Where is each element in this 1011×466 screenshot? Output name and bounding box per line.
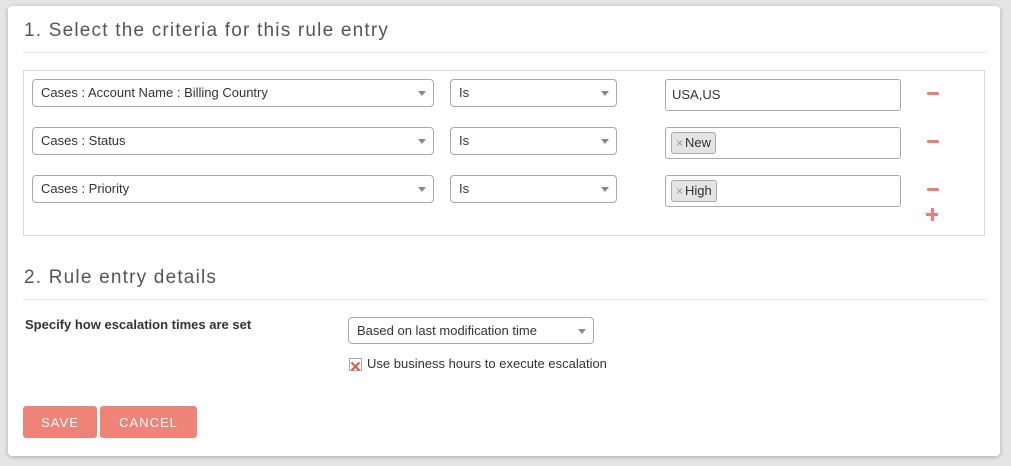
section-criteria-title: 1. Select the criteria for this rule ent… [24, 20, 390, 41]
criteria-field-select-2[interactable]: Cases : Status [32, 127, 434, 155]
chevron-down-icon [418, 91, 426, 96]
value-tag-label: High [685, 183, 712, 198]
criteria-value-input-2[interactable]: × New [665, 127, 901, 159]
criteria-operator-value-2: Is [459, 133, 470, 148]
criteria-field-value-3: Cases : Priority [41, 181, 130, 196]
criteria-operator-select-3[interactable]: Is [450, 175, 617, 203]
chevron-down-icon [578, 329, 586, 334]
criteria-field-value-1: Cases : Account Name : Billing Country [41, 85, 268, 100]
criteria-field-select-1[interactable]: Cases : Account Name : Billing Country [32, 79, 434, 107]
criteria-value-input-1[interactable]: USA,US [665, 79, 901, 111]
business-hours-checkbox[interactable] [349, 358, 362, 372]
criteria-operator-select-2[interactable]: Is [450, 127, 617, 155]
remove-row-3-icon[interactable] [927, 182, 941, 196]
value-tag-high: × High [671, 180, 717, 202]
value-tag-new: × New [671, 132, 717, 154]
add-row-icon[interactable] [926, 208, 940, 222]
check-x-icon [350, 361, 361, 372]
remove-tag-icon[interactable]: × [676, 136, 683, 150]
escalation-label: Specify how escalation times are set [25, 317, 252, 332]
criteria-field-value-2: Cases : Status [41, 133, 126, 148]
rule-entry-panel: 1. Select the criteria for this rule ent… [8, 6, 1000, 456]
section-details-divider [23, 299, 987, 300]
remove-tag-icon[interactable]: × [676, 184, 683, 198]
value-tag-label: New [685, 135, 712, 150]
chevron-down-icon [418, 139, 426, 144]
criteria-operator-value-1: Is [459, 85, 470, 100]
criteria-operator-value-3: Is [459, 181, 470, 196]
criteria-operator-select-1[interactable]: Is [450, 79, 617, 107]
save-button[interactable]: SAVE [23, 406, 97, 438]
chevron-down-icon [418, 187, 426, 192]
escalation-select-value: Based on last modification time [357, 323, 537, 338]
cancel-button[interactable]: CANCEL [100, 406, 197, 438]
section-details-title: 2. Rule entry details [24, 267, 218, 288]
business-hours-label: Use business hours to execute escalation [367, 356, 607, 371]
criteria-value-text-1: USA,US [672, 87, 721, 102]
section-criteria-divider [23, 52, 987, 53]
escalation-select[interactable]: Based on last modification time [348, 317, 594, 344]
remove-row-1-icon[interactable] [927, 86, 941, 100]
criteria-value-input-3[interactable]: × High [665, 175, 901, 207]
criteria-field-select-3[interactable]: Cases : Priority [32, 175, 434, 203]
chevron-down-icon [601, 187, 609, 192]
chevron-down-icon [601, 91, 609, 96]
remove-row-2-icon[interactable] [927, 134, 941, 148]
chevron-down-icon [601, 139, 609, 144]
